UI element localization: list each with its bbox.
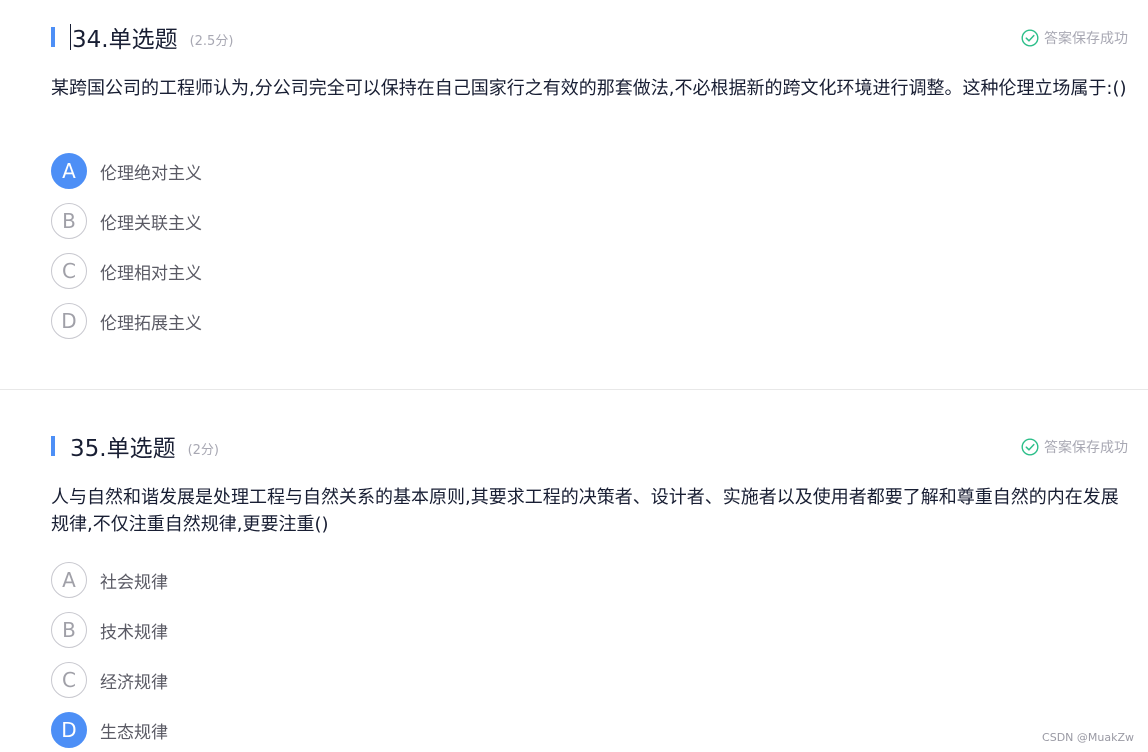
- option-b[interactable]: B 技术规律: [51, 611, 168, 649]
- option-text: 伦理拓展主义: [100, 313, 202, 334]
- option-letter-b[interactable]: B: [51, 612, 87, 648]
- option-letter-b[interactable]: B: [51, 203, 87, 239]
- option-list: A 社会规律 B 技术规律 C 经济规律 D 生态规律: [51, 561, 168, 752]
- option-letter-a[interactable]: A: [51, 153, 87, 189]
- question-score: (2.5分): [189, 34, 234, 49]
- question-card-34: 34.单选题 (2.5分) 答案保存成功 某跨国公司的工程师认为,分公司完全可以…: [0, 0, 1148, 390]
- option-text: 社会规律: [100, 572, 168, 593]
- option-text: 伦理绝对主义: [100, 163, 202, 184]
- option-d[interactable]: D 生态规律: [51, 711, 168, 749]
- option-letter-d[interactable]: D: [51, 303, 87, 339]
- option-a[interactable]: A 社会规律: [51, 561, 168, 599]
- option-letter-c[interactable]: C: [51, 253, 87, 289]
- option-c[interactable]: C 经济规律: [51, 661, 168, 699]
- question-accent-bar: [51, 436, 55, 456]
- option-text: 经济规律: [100, 672, 168, 693]
- option-text: 生态规律: [100, 722, 168, 743]
- save-status: 答案保存成功: [1021, 437, 1128, 457]
- option-text: 技术规律: [100, 622, 168, 643]
- question-stem: 人与自然和谐发展是处理工程与自然关系的基本原则,其要求工程的决策者、设计者、实施…: [51, 487, 1119, 535]
- option-list: A 伦理绝对主义 B 伦理关联主义 C 伦理相对主义 D 伦理拓展主义: [51, 152, 202, 352]
- quiz-page: 34.单选题 (2.5分) 答案保存成功 某跨国公司的工程师认为,分公司完全可以…: [0, 0, 1148, 752]
- text-cursor: [70, 24, 71, 50]
- option-c[interactable]: C 伦理相对主义: [51, 252, 202, 290]
- save-status-text: 答案保存成功: [1044, 31, 1128, 47]
- option-letter-c[interactable]: C: [51, 662, 87, 698]
- question-header: 34.单选题 (2.5分): [51, 24, 234, 53]
- question-stem: 某跨国公司的工程师认为,分公司完全可以保持在自己国家行之有效的那套做法,不必根据…: [51, 78, 1127, 99]
- option-a[interactable]: A 伦理绝对主义: [51, 152, 202, 190]
- option-letter-d[interactable]: D: [51, 712, 87, 748]
- option-b[interactable]: B 伦理关联主义: [51, 202, 202, 240]
- option-text: 伦理相对主义: [100, 263, 202, 284]
- check-circle-icon: [1021, 29, 1039, 47]
- save-status: 答案保存成功: [1021, 28, 1128, 48]
- watermark: CSDN @MuakZw: [1042, 731, 1134, 744]
- option-letter-a[interactable]: A: [51, 562, 87, 598]
- question-accent-bar: [51, 27, 55, 47]
- question-title: 35.单选题: [70, 436, 176, 462]
- save-status-text: 答案保存成功: [1044, 440, 1128, 456]
- question-title: 34.单选题: [72, 27, 178, 53]
- check-circle-icon: [1021, 438, 1039, 456]
- question-header: 35.单选题 (2分): [51, 433, 219, 462]
- question-divider: [0, 389, 1148, 390]
- question-score: (2分): [187, 443, 219, 458]
- option-text: 伦理关联主义: [100, 213, 202, 234]
- option-d[interactable]: D 伦理拓展主义: [51, 302, 202, 340]
- question-card-35: 35.单选题 (2分) 答案保存成功 人与自然和谐发展是处理工程与自然关系的基本…: [0, 391, 1148, 752]
